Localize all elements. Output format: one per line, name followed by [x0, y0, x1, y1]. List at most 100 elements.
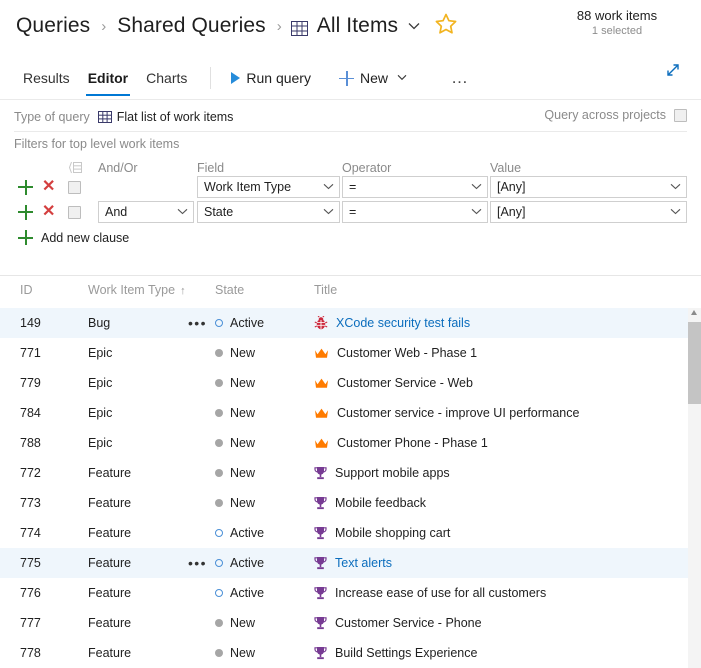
cell-title: Support mobile apps: [314, 466, 450, 480]
column-header-title[interactable]: Title: [314, 283, 337, 297]
filter-column-header-operator: Operator: [342, 161, 392, 175]
scroll-up-icon[interactable]: [691, 310, 697, 315]
cell-state-label: Active: [230, 586, 265, 600]
filter-row-checkbox[interactable]: [68, 205, 82, 219]
filter-field-select[interactable]: State: [197, 201, 340, 223]
cell-work-item-type: Epic: [88, 436, 113, 450]
filter-value-select[interactable]: [Any]: [490, 201, 687, 223]
grid-header: ID Work Item Type ↑ State Title: [0, 276, 701, 304]
work-item-title-link[interactable]: Mobile shopping cart: [335, 526, 450, 540]
work-item-title-link[interactable]: Customer Web - Phase 1: [337, 346, 477, 360]
cell-id: 149: [20, 316, 41, 330]
new-label: New: [359, 70, 388, 86]
work-item-title-link[interactable]: Customer Service - Web: [337, 376, 473, 390]
cell-work-item-type: Epic: [88, 346, 113, 360]
table-row[interactable]: 771 Epic New Customer Web - Phase 1: [0, 338, 688, 368]
work-item-title-link[interactable]: Build Settings Experience: [335, 646, 477, 660]
filter-row-checkbox[interactable]: [68, 180, 82, 194]
cell-id: 772: [20, 466, 41, 480]
filter-value-select[interactable]: [Any]: [490, 176, 687, 198]
table-row[interactable]: 788 Epic New Customer Phone - Phase 1: [0, 428, 688, 458]
cell-id: 771: [20, 346, 41, 360]
filter-andor-select[interactable]: And: [98, 201, 194, 223]
tab-results-label: Results: [23, 70, 70, 86]
cell-id: 774: [20, 526, 41, 540]
work-item-title-link[interactable]: Support mobile apps: [335, 466, 450, 480]
cell-state: New: [215, 436, 255, 450]
row-context-menu-button[interactable]: •••: [188, 556, 207, 570]
grid-scrollbar[interactable]: [688, 308, 701, 668]
cell-state: Active: [215, 586, 264, 600]
work-item-title-link[interactable]: Text alerts: [335, 556, 392, 570]
breadcrumb-separator: ›: [276, 17, 282, 35]
crown-icon: [314, 377, 329, 390]
cell-state: New: [215, 376, 255, 390]
state-active-icon: [215, 559, 223, 567]
table-row[interactable]: 774 Feature Active Mobile shopping cart: [0, 518, 688, 548]
play-icon: [231, 72, 241, 84]
query-across-projects-checkbox[interactable]: [674, 108, 687, 122]
remove-clause-icon[interactable]: ✕: [42, 179, 55, 195]
table-row[interactable]: 773 Feature New Mobile feedback: [0, 488, 688, 518]
new-work-item-button[interactable]: New: [331, 66, 415, 90]
run-query-label: Run query: [246, 70, 311, 86]
work-item-title-link[interactable]: Increase ease of use for all customers: [335, 586, 546, 600]
cell-title: Customer Web - Phase 1: [314, 346, 477, 360]
work-item-title-link[interactable]: Customer service - improve UI performanc…: [337, 406, 579, 420]
table-row[interactable]: 772 Feature New Support mobile apps: [0, 458, 688, 488]
run-query-button[interactable]: Run query: [223, 66, 319, 90]
more-commands-button[interactable]: …: [441, 68, 480, 88]
chevron-down-icon[interactable]: [408, 17, 420, 35]
work-item-title-link[interactable]: Customer Service - Phone: [335, 616, 482, 630]
add-clause-icon[interactable]: [18, 204, 33, 220]
column-header-state[interactable]: State: [215, 283, 244, 297]
table-row[interactable]: 784 Epic New Customer service - improve UI …: [0, 398, 688, 428]
table-row[interactable]: 775 Feature ••• Active Text alerts: [0, 548, 688, 578]
cell-title: Build Settings Experience: [314, 646, 477, 660]
query-across-projects: Query across projects: [544, 108, 687, 122]
filter-operator-select[interactable]: =: [342, 176, 488, 198]
add-clause-icon[interactable]: [18, 179, 33, 195]
table-row[interactable]: 776 Feature Active Increase ease of use for…: [0, 578, 688, 608]
trophy-icon: [314, 646, 327, 660]
breadcrumb: Queries › Shared Queries › All Items: [14, 8, 457, 44]
filter-operator-value: =: [349, 180, 357, 194]
cell-state-label: New: [230, 376, 256, 390]
breadcrumb-item-queries[interactable]: Queries: [14, 14, 92, 38]
cell-state: New: [215, 346, 255, 360]
breadcrumb-item-shared-queries[interactable]: Shared Queries: [115, 14, 267, 38]
star-icon[interactable]: [435, 13, 457, 39]
tab-results[interactable]: Results: [14, 56, 79, 100]
table-row[interactable]: 778 Feature New Build Settings Experience: [0, 638, 688, 668]
work-item-title-link[interactable]: Customer Phone - Phase 1: [337, 436, 488, 450]
work-item-title-link[interactable]: XCode security test fails: [336, 316, 470, 330]
tab-editor[interactable]: Editor: [79, 56, 137, 100]
command-bar: Results Editor Charts Run query New …: [0, 56, 701, 100]
filter-operator-select[interactable]: =: [342, 201, 488, 223]
table-row[interactable]: 149 Bug ••• Active XCode security test fails: [0, 308, 688, 338]
query-type-value-label: Flat list of work items: [116, 110, 234, 124]
table-row[interactable]: 779 Epic New Customer Service - Web: [0, 368, 688, 398]
row-context-menu-button[interactable]: •••: [188, 316, 207, 330]
grid-rows: 149 Bug ••• Active XCode security test fails…: [0, 308, 688, 668]
cell-title: Increase ease of use for all customers: [314, 586, 546, 600]
column-header-work-item-type[interactable]: Work Item Type ↑: [88, 283, 186, 297]
remove-clause-icon[interactable]: ✕: [42, 204, 55, 220]
work-item-count-selected: 1 selected: [591, 25, 643, 37]
work-item-count-total: 88 work items: [576, 8, 658, 23]
table-row[interactable]: 777 Feature New Customer Service - Phone: [0, 608, 688, 638]
work-item-title-link[interactable]: Mobile feedback: [335, 496, 426, 510]
filter-field-select[interactable]: Work Item Type: [197, 176, 340, 198]
add-new-clause-button[interactable]: Add new clause: [0, 230, 129, 245]
cell-work-item-type: Feature: [88, 526, 132, 540]
tab-charts[interactable]: Charts: [137, 56, 196, 100]
query-type-value[interactable]: Flat list of work items: [97, 110, 234, 124]
cell-work-item-type: Feature: [88, 586, 132, 600]
column-header-id[interactable]: ID: [20, 283, 33, 297]
expand-diagonal-icon[interactable]: [663, 60, 683, 85]
scrollbar-thumb[interactable]: [688, 322, 701, 404]
query-editor-page: Queries › Shared Queries › All Items 88 …: [0, 0, 701, 668]
breadcrumb-item-all-items[interactable]: All Items: [315, 14, 400, 38]
trophy-icon: [314, 466, 327, 480]
crown-icon: [314, 407, 329, 420]
